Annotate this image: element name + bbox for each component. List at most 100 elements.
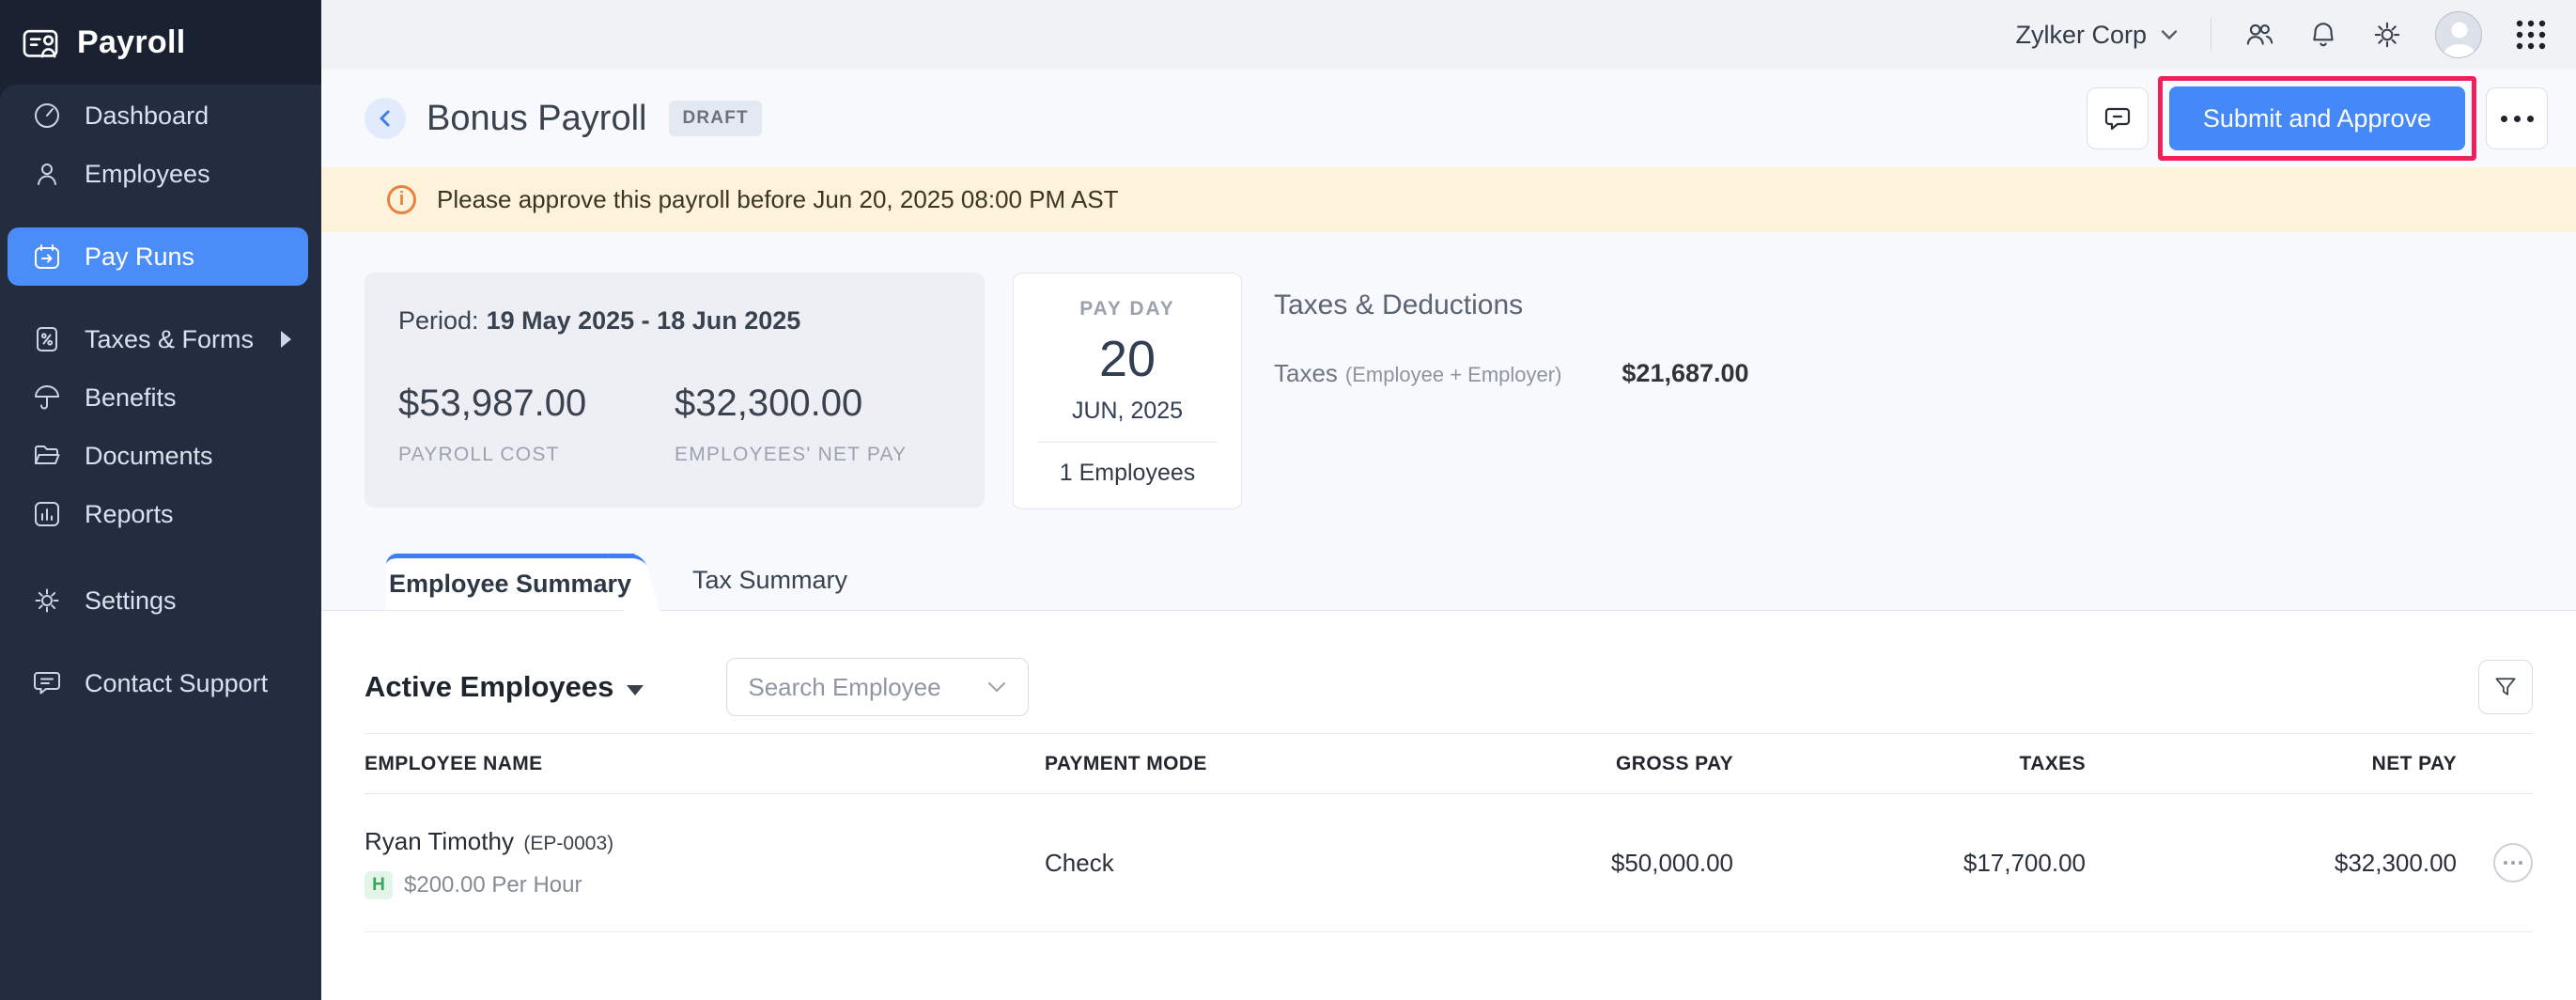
comments-button[interactable] — [2087, 87, 2149, 149]
caret-down-icon — [627, 685, 644, 695]
chevron-left-icon — [376, 109, 395, 128]
net-pay-block: $32,300.00 EMPLOYEES' NET PAY — [675, 383, 951, 466]
avatar-silhouette-icon — [2436, 12, 2482, 58]
employee-id: (EP-0003) — [523, 833, 613, 854]
row-more-options-button[interactable] — [2493, 843, 2533, 883]
employee-name-cell: Ryan Timothy (EP-0003) H $200.00 Per Hou… — [365, 827, 1045, 899]
column-header-net-pay: NET PAY — [2086, 753, 2457, 775]
page-header: Bonus Payroll DRAFT Submit and Approve — [321, 70, 2576, 167]
employee-summary-panel: Active Employees Search Employee EMPLOYE… — [321, 611, 2576, 1000]
dashboard-icon — [32, 101, 62, 131]
sidebar-item-label: Dashboard — [85, 102, 209, 131]
sidebar-item-label: Employees — [85, 160, 210, 189]
column-header-gross-pay: GROSS PAY — [1402, 753, 1733, 775]
more-options-button[interactable] — [2486, 87, 2548, 149]
tab-employee-summary[interactable]: Employee Summary — [386, 554, 634, 610]
payroll-cost-value: $53,987.00 — [398, 383, 675, 425]
net-pay-cell: $32,300.00 — [2086, 849, 2457, 878]
sidebar-item-dashboard[interactable]: Dashboard — [8, 86, 308, 145]
taxes-row-label: Taxes — [1274, 359, 1338, 388]
net-pay-label: EMPLOYEES' NET PAY — [675, 444, 951, 466]
chevron-down-icon — [2160, 28, 2179, 41]
sidebar-item-taxes-forms[interactable]: Taxes & Forms — [8, 310, 308, 368]
page-title: Bonus Payroll — [427, 99, 646, 139]
sidebar: Payroll Dashboard Employees Pay Runs Tax… — [0, 0, 321, 1000]
sidebar-item-documents[interactable]: Documents — [8, 427, 308, 485]
banner-message: Please approve this payroll before Jun 2… — [437, 185, 1119, 214]
app-title: Payroll — [77, 24, 186, 61]
ellipsis-icon — [2501, 116, 2534, 122]
column-header-employee-name: EMPLOYEE NAME — [365, 753, 1045, 775]
chevron-down-icon — [986, 680, 1007, 694]
taxes-deductions-section: Taxes & Deductions Taxes (Employee + Emp… — [1274, 273, 1749, 388]
back-button[interactable] — [365, 98, 406, 139]
summary-section: Period:19 May 2025 - 18 Jun 2025 $53,987… — [365, 273, 2548, 509]
filter-button[interactable] — [2478, 660, 2533, 714]
pay-period: Period:19 May 2025 - 18 Jun 2025 — [398, 306, 951, 336]
apps-grid-icon[interactable] — [2514, 18, 2548, 52]
org-switcher[interactable]: Zylker Corp — [2015, 21, 2179, 50]
status-badge: DRAFT — [669, 101, 761, 136]
summary-tabs: Employee Summary Tax Summary — [321, 555, 2576, 611]
sidebar-item-label: Contact Support — [85, 669, 268, 698]
sidebar-item-pay-runs[interactable]: Pay Runs — [8, 227, 308, 286]
column-header-payment-mode: PAYMENT MODE — [1045, 753, 1402, 775]
column-header-taxes: TAXES — [1733, 753, 2086, 775]
employees-icon — [32, 159, 62, 189]
payroll-logo-icon — [21, 23, 60, 62]
net-pay-value: $32,300.00 — [675, 383, 951, 425]
sidebar-item-employees[interactable]: Employees — [8, 145, 308, 203]
documents-icon — [32, 441, 62, 471]
tab-tax-summary[interactable]: Tax Summary — [692, 566, 847, 610]
bell-icon[interactable] — [2307, 19, 2339, 51]
org-name: Zylker Corp — [2015, 21, 2147, 50]
active-employees-label: Active Employees — [365, 670, 613, 704]
employee-name[interactable]: Ryan Timothy — [365, 827, 514, 855]
search-employee-select[interactable]: Search Employee — [726, 658, 1029, 716]
gear-icon[interactable] — [2371, 19, 2403, 51]
comment-icon — [2103, 103, 2133, 133]
employee-count: 1 Employees — [1014, 460, 1241, 487]
sidebar-item-label: Reports — [85, 500, 174, 529]
pay-day-label: PAY DAY — [1014, 298, 1241, 320]
period-label: Period: — [398, 306, 479, 335]
topbar: Zylker Corp — [321, 0, 2576, 70]
submit-and-approve-button[interactable]: Submit and Approve — [2169, 86, 2465, 150]
pay-runs-icon — [32, 242, 62, 272]
sidebar-item-contact-support[interactable]: Contact Support — [8, 654, 308, 712]
active-employees-dropdown[interactable]: Active Employees — [365, 670, 644, 704]
taxes-cell: $17,700.00 — [1733, 849, 2086, 878]
pay-day-card: PAY DAY 20 JUN, 2025 1 Employees — [1013, 273, 1242, 509]
approval-warning-banner: i Please approve this payroll before Jun… — [321, 167, 2576, 232]
annotation-highlight-box: Submit and Approve — [2158, 76, 2476, 161]
taxes-forms-icon — [32, 324, 62, 354]
funnel-icon — [2492, 674, 2519, 700]
taxes-row-sublabel: (Employee + Employer) — [1345, 363, 1561, 387]
main-content: Period:19 May 2025 - 18 Jun 2025 $53,987… — [321, 232, 2576, 1000]
gear-icon — [32, 586, 62, 616]
reports-icon — [32, 499, 62, 529]
divider — [1038, 442, 1217, 443]
benefits-icon — [32, 383, 62, 413]
sidebar-item-label: Taxes & Forms — [85, 325, 254, 354]
sidebar-item-settings[interactable]: Settings — [8, 571, 308, 630]
payroll-app: Payroll Dashboard Employees Pay Runs Tax… — [0, 0, 2576, 1000]
sidebar-item-benefits[interactable]: Benefits — [8, 368, 308, 427]
gross-pay-cell: $50,000.00 — [1402, 849, 1733, 878]
chevron-right-icon — [281, 331, 291, 348]
user-avatar[interactable] — [2435, 11, 2482, 58]
sidebar-nav: Dashboard Employees Pay Runs Taxes & For… — [0, 85, 321, 1000]
payroll-summary-card: Period:19 May 2025 - 18 Jun 2025 $53,987… — [365, 273, 985, 508]
pay-day-month-year: JUN, 2025 — [1014, 398, 1241, 425]
employee-controls: Active Employees Search Employee — [365, 658, 2533, 716]
sidebar-item-label: Pay Runs — [85, 242, 194, 272]
ellipsis-icon — [2504, 861, 2507, 865]
table-row[interactable]: Ryan Timothy (EP-0003) H $200.00 Per Hou… — [365, 794, 2533, 932]
payroll-cost-block: $53,987.00 PAYROLL COST — [398, 383, 675, 466]
taxes-amount: $21,687.00 — [1622, 359, 1748, 388]
users-icon[interactable] — [2243, 19, 2275, 51]
taxes-row: Taxes (Employee + Employer) $21,687.00 — [1274, 359, 1749, 388]
sidebar-item-label: Benefits — [85, 383, 177, 413]
info-icon: i — [387, 185, 416, 214]
sidebar-item-reports[interactable]: Reports — [8, 485, 308, 543]
